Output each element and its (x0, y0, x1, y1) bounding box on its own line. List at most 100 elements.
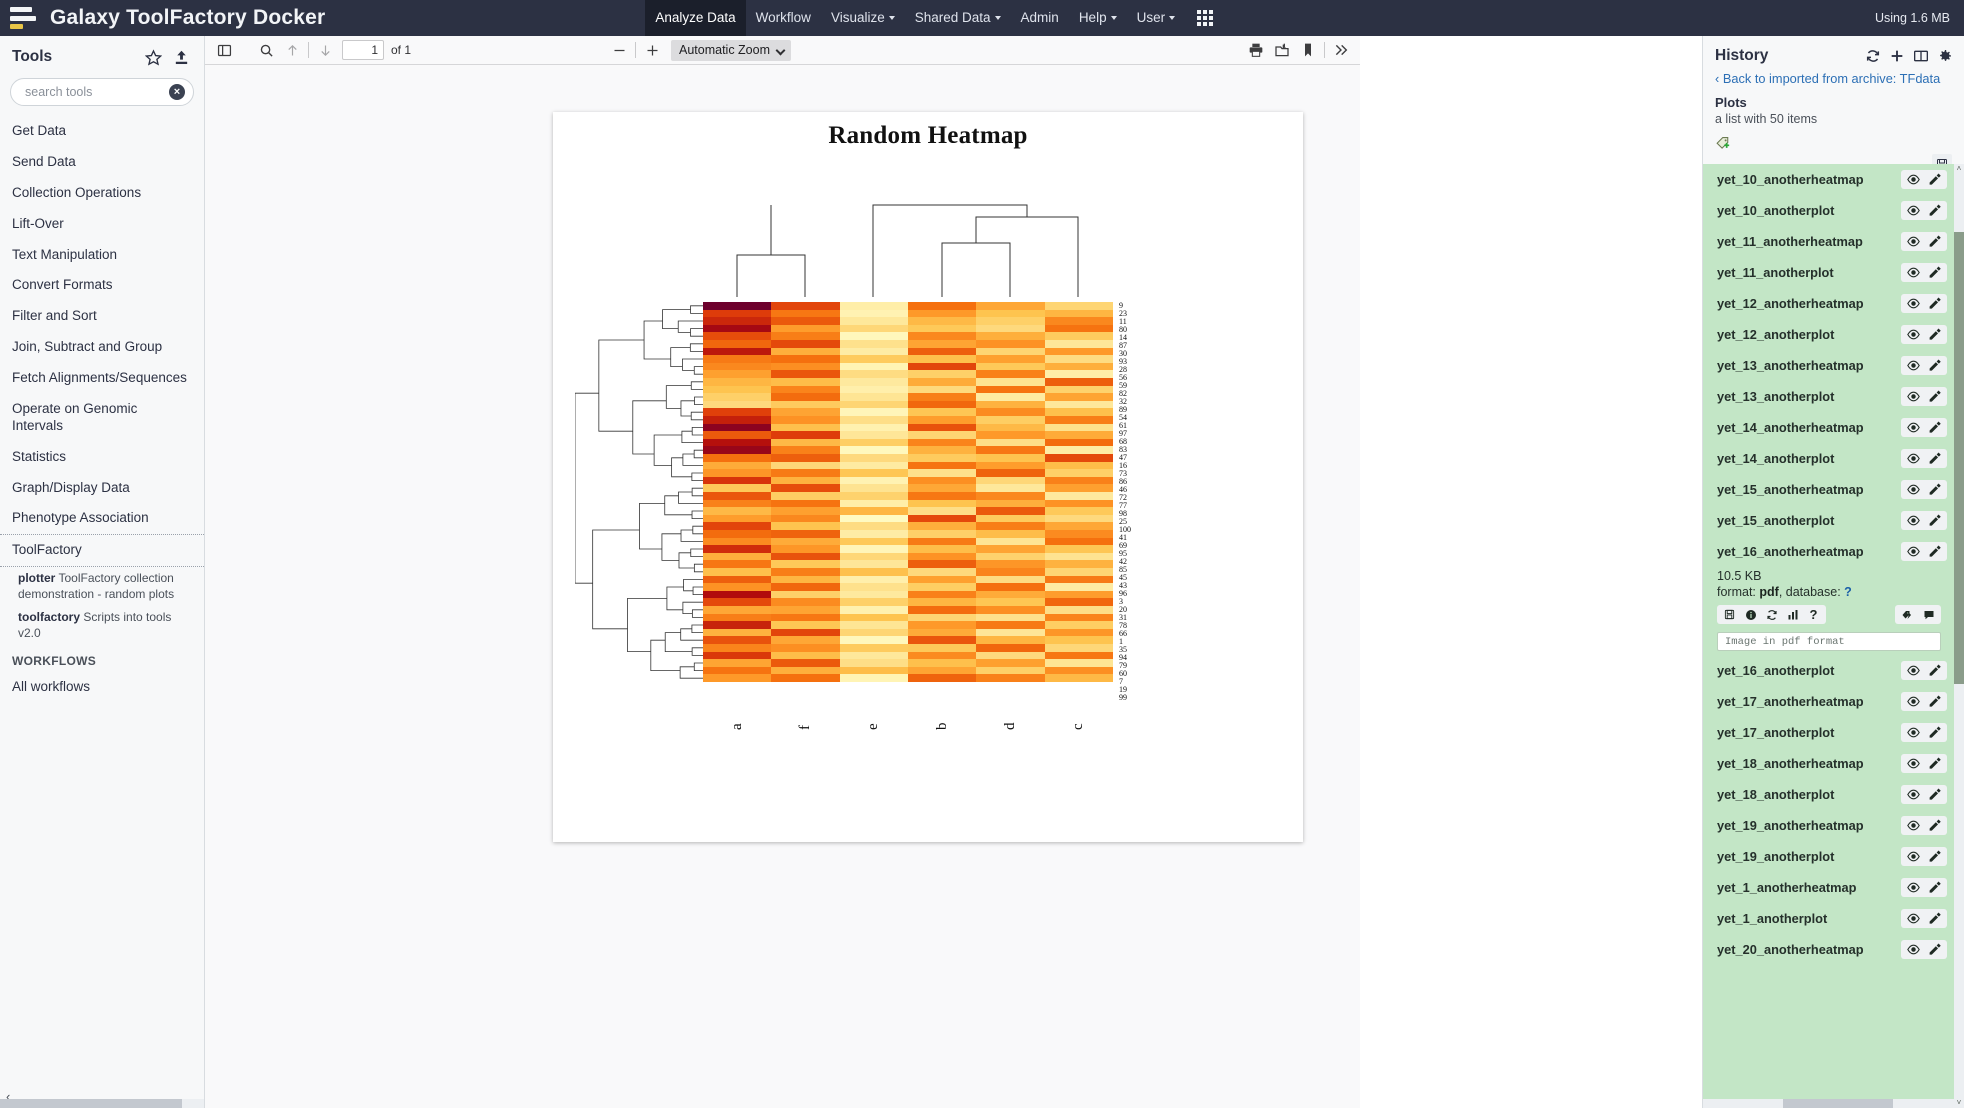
galaxy-logo-icon[interactable] (10, 7, 36, 29)
tool-section-graph-display-data[interactable]: Graph/Display Data (0, 473, 204, 504)
database-value[interactable]: ? (1844, 585, 1852, 599)
eye-icon[interactable] (1905, 482, 1922, 497)
history-item[interactable]: yet_12_anotherplot (1703, 319, 1955, 350)
history-item[interactable]: yet_10_anotherplot (1703, 195, 1955, 226)
pencil-icon[interactable] (1926, 911, 1943, 926)
pencil-icon[interactable] (1926, 880, 1943, 895)
eye-icon[interactable] (1905, 694, 1922, 709)
pencil-icon[interactable] (1926, 818, 1943, 833)
pencil-icon[interactable] (1926, 942, 1943, 957)
history-item[interactable]: yet_1_anotherplot (1703, 903, 1955, 934)
pencil-icon[interactable] (1926, 663, 1943, 678)
history-item-list[interactable]: yet_10_anotherheatmap yet_10_anotherplot y… (1703, 164, 1955, 1108)
pencil-icon[interactable] (1926, 327, 1943, 342)
history-item[interactable]: yet_15_anotherplot (1703, 505, 1955, 536)
pencil-icon[interactable] (1926, 389, 1943, 404)
eye-icon[interactable] (1905, 358, 1922, 373)
eye-icon[interactable] (1905, 818, 1922, 833)
pencil-icon[interactable] (1926, 265, 1943, 280)
menu-item-workflow[interactable]: Workflow (746, 0, 821, 36)
format-value[interactable]: pdf (1759, 585, 1778, 599)
tool-section-collection-operations[interactable]: Collection Operations (0, 178, 204, 209)
pencil-icon[interactable] (1926, 725, 1943, 740)
tool-entry-toolfactory[interactable]: toolfactory Scripts into tools v2.0 (0, 606, 204, 644)
tool-section-statistics[interactable]: Statistics (0, 442, 204, 473)
pencil-icon[interactable] (1926, 172, 1943, 187)
eye-icon[interactable] (1905, 420, 1922, 435)
tool-section-operate-on-genomic-intervals[interactable]: Operate on Genomic Intervals (0, 394, 204, 442)
eye-icon[interactable] (1905, 725, 1922, 740)
page-number-input[interactable] (342, 40, 384, 60)
pencil-icon[interactable] (1926, 203, 1943, 218)
tool-section-get-data[interactable]: Get Data (0, 116, 204, 147)
history-item[interactable]: yet_12_anotherheatmap (1703, 288, 1955, 319)
eye-icon[interactable] (1905, 389, 1922, 404)
pencil-icon[interactable] (1926, 420, 1943, 435)
pencil-icon[interactable] (1926, 544, 1943, 559)
menu-item-user[interactable]: User (1127, 0, 1186, 36)
star-icon[interactable] (142, 46, 164, 68)
history-item[interactable]: yet_13_anotherplot (1703, 381, 1955, 412)
eye-icon[interactable] (1905, 663, 1922, 678)
eye-icon[interactable] (1905, 942, 1922, 957)
history-item[interactable]: yet_19_anotherplot (1703, 841, 1955, 872)
zoom-out-icon[interactable] (606, 38, 632, 62)
pencil-icon[interactable] (1926, 482, 1943, 497)
history-item[interactable]: yet_17_anotherheatmap (1703, 686, 1955, 717)
eye-icon[interactable] (1905, 756, 1922, 771)
pencil-icon[interactable] (1926, 296, 1943, 311)
history-item[interactable]: yet_20_anotherheatmap (1703, 934, 1955, 965)
history-item[interactable]: yet_11_anotherplot (1703, 257, 1955, 288)
print-icon[interactable] (1243, 38, 1269, 62)
history-item[interactable]: yet_10_anotherheatmap (1703, 164, 1955, 195)
history-item[interactable]: yet_18_anotherplot (1703, 779, 1955, 810)
eye-icon[interactable] (1905, 172, 1922, 187)
tool-section-phenotype-association[interactable]: Phenotype Association (0, 503, 204, 534)
tool-entry-plotter[interactable]: plotter ToolFactory collection demonstra… (0, 567, 204, 605)
zoom-in-icon[interactable] (639, 38, 665, 62)
rerun-icon[interactable] (1764, 607, 1779, 622)
prev-page-icon[interactable] (279, 38, 305, 62)
history-item[interactable]: yet_11_anotherheatmap (1703, 226, 1955, 257)
clear-circle-icon[interactable]: × (169, 84, 185, 100)
eye-icon[interactable] (1905, 880, 1922, 895)
history-item[interactable]: yet_14_anotherheatmap (1703, 412, 1955, 443)
history-name[interactable]: Plots (1703, 90, 1964, 110)
visualize-icon[interactable] (1785, 607, 1800, 622)
download-icon[interactable] (1269, 38, 1295, 62)
search-icon[interactable] (253, 38, 279, 62)
tool-section-filter-and-sort[interactable]: Filter and Sort (0, 301, 204, 332)
history-item[interactable]: yet_16_anotherheatmap (1703, 536, 1955, 567)
menu-item-visualize[interactable]: Visualize (821, 0, 905, 36)
pencil-icon[interactable] (1926, 513, 1943, 528)
eye-icon[interactable] (1905, 787, 1922, 802)
pencil-icon[interactable] (1926, 787, 1943, 802)
eye-icon[interactable] (1905, 203, 1922, 218)
tag-icon[interactable] (1900, 607, 1915, 622)
tool-section-text-manipulation[interactable]: Text Manipulation (0, 240, 204, 271)
scroll-thumb[interactable] (1954, 232, 1964, 684)
menu-item-help[interactable]: Help (1069, 0, 1127, 36)
eye-icon[interactable] (1905, 544, 1922, 559)
menu-item-analyze-data[interactable]: Analyze Data (645, 0, 746, 36)
search-input[interactable] (10, 78, 194, 106)
scroll-down-arrow-icon[interactable]: ˅ (1955, 1098, 1963, 1108)
tool-section-fetch-alignments-sequences[interactable]: Fetch Alignments/Sequences (0, 363, 204, 394)
eye-icon[interactable] (1905, 911, 1922, 926)
save-disk-icon[interactable] (1722, 607, 1737, 622)
eye-icon[interactable] (1905, 849, 1922, 864)
pencil-icon[interactable] (1926, 234, 1943, 249)
annotate-icon[interactable] (1921, 607, 1936, 622)
sidebar-toggle-icon[interactable] (211, 38, 237, 62)
tool-panel-hscrollbar[interactable] (0, 1099, 204, 1108)
history-hscrollbar[interactable] (1703, 1099, 1955, 1108)
history-item[interactable]: yet_19_anotherheatmap (1703, 810, 1955, 841)
menu-item-admin[interactable]: Admin (1011, 0, 1069, 36)
scroll-up-arrow-icon[interactable]: ˄ (1955, 164, 1963, 174)
eye-icon[interactable] (1905, 265, 1922, 280)
eye-icon[interactable] (1905, 234, 1922, 249)
apps-grid-icon[interactable] (1197, 10, 1214, 26)
upload-icon[interactable] (170, 46, 192, 68)
pdf-document-area[interactable]: Random Heatmap afebdc 9 23 11 80 14 87 30 93 28 5… (205, 65, 1360, 1108)
history-item[interactable]: yet_1_anotherheatmap (1703, 872, 1955, 903)
